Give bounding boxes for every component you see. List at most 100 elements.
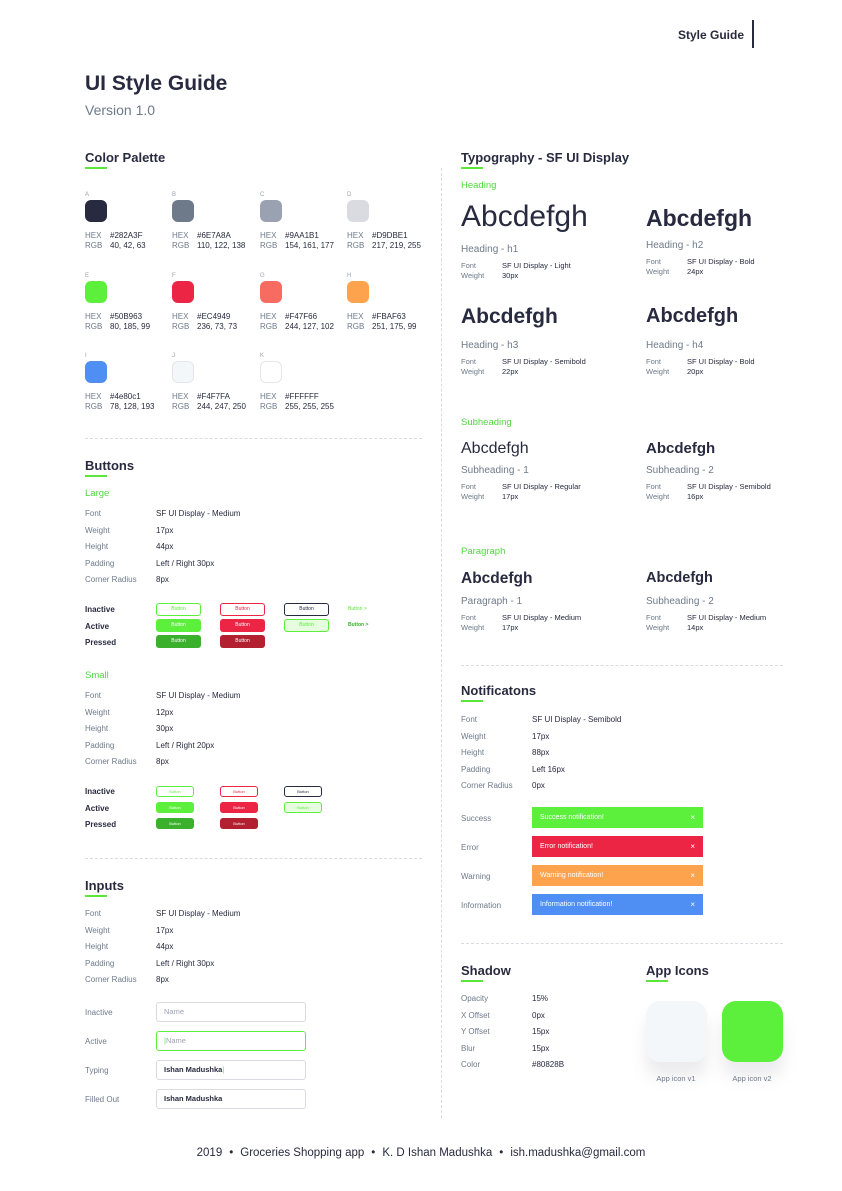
name-input-active[interactable]: |Name [156,1031,306,1051]
rgb-value: 251, 175, 99 [372,322,417,331]
notification-success: Success notification! × [532,807,703,828]
name-input-active-placeholder: Name [165,1036,186,1045]
typography-weight-value: 17px [502,623,519,632]
close-icon[interactable]: × [690,865,695,886]
rgb-value: 154, 161, 177 [285,241,334,250]
spec-label: Font [85,691,102,700]
spec-label: Height [85,542,109,551]
close-icon[interactable]: × [690,807,695,828]
hex-label: HEX [172,392,189,401]
large-link-inactive-button[interactable]: Button > [348,606,367,612]
typography-font-label: Font [461,482,477,491]
spec-value: #80828B [532,1060,565,1069]
footer-email[interactable]: ish.madushka@gmail.com [510,1147,645,1159]
inputs-underline [85,895,107,897]
small-danger-inactive-button[interactable]: Button [220,786,258,797]
typography-weight-value: 14px [687,623,704,632]
small-outline-inactive-button[interactable]: Button [284,786,322,797]
name-input-inactive[interactable]: Name [156,1002,306,1022]
typography-weight-value: 20px [687,367,704,376]
small-primary-pressed-button[interactable]: Button [156,818,194,829]
section-divider [461,665,783,666]
app-icon-v1-label: App icon v1 [656,1074,696,1083]
typography-subheading-label: Subheading [461,417,512,428]
large-danger-inactive-button[interactable]: Button [220,603,265,616]
notification-text: Success notification! [540,814,604,821]
section-divider [461,943,783,944]
large-primary-active-button[interactable]: Button [156,619,201,632]
typography-font-label: Font [646,482,662,491]
typography-weight-label: Weight [461,492,485,501]
input-inactive-label: Inactive [85,1008,113,1017]
notification-error: Error notification! × [532,836,703,857]
hex-value: #50B963 [110,312,143,321]
color-palette-underline [85,167,107,169]
state-active-label: Active [85,622,110,631]
rgb-value: 236, 73, 73 [197,322,238,331]
page-title: UI Style Guide [85,72,228,95]
hex-label: HEX [260,392,277,401]
name-input-filled[interactable]: Ishan Madushka [156,1089,306,1109]
typography-paragraph-label: Paragraph [461,546,506,557]
swatch-letter: B [172,192,177,198]
spec-label: Blur [461,1043,476,1053]
close-icon[interactable]: × [690,894,695,915]
spec-value: 8px [156,757,169,766]
hex-value: #FBAF63 [372,312,406,321]
spec-value: 44px [156,942,174,951]
large-outline-inactive-button[interactable]: Button [284,603,329,616]
notifications-title: Notificatons [461,683,537,698]
large-danger-pressed-button[interactable]: Button [220,635,265,648]
hex-label: HEX [347,231,364,240]
spec-value: Left / Right 20px [156,740,215,750]
small-primary-active-button[interactable]: Button [156,802,194,813]
app-icon-v2-label: App icon v2 [732,1074,772,1083]
typography-weight-label: Weight [646,492,670,501]
swatch-letter: A [85,192,90,198]
large-link-active-button[interactable]: Button > [348,622,368,628]
rgb-value: 217, 219, 255 [372,241,421,250]
typography-style-name: Heading - h4 [646,340,704,351]
color-palette-title: Color Palette [85,150,166,165]
spec-label: Padding [85,740,115,750]
typography-font-value: SF UI Display - Light [502,261,571,270]
large-danger-active-button[interactable]: Button [220,619,265,632]
swatch-letter: F [172,273,176,279]
typography-style-name: Subheading - 1 [461,465,529,476]
buttons-title: Buttons [85,458,135,473]
large-primary-pressed-button[interactable]: Button [156,635,201,648]
spec-value: SF UI Display - Medium [156,509,241,518]
app-icons-title: App Icons [646,963,709,978]
header-divider [752,20,754,48]
small-outline-active-button[interactable]: Button [284,802,322,813]
name-input-typing[interactable]: Ishan Madushka| [156,1060,306,1080]
rgb-label: RGB [347,322,365,331]
small-danger-active-button[interactable]: Button [220,802,258,813]
rgb-label: RGB [85,322,103,331]
spec-value: 88px [532,748,550,757]
buttons-large-label: Large [85,488,110,499]
notification-type-label: Warning [461,872,491,881]
typography-style-name: Subheading - 2 [646,465,714,476]
small-danger-pressed-button[interactable]: Button [220,818,258,829]
footer-project: Groceries Shopping app [240,1147,365,1159]
shadow-title: Shadow [461,963,511,978]
typography-font-label: Font [646,357,662,366]
swatch-letter: G [260,273,265,279]
hex-value: #EC4949 [197,312,231,321]
hex-value: #6E7A8A [197,231,231,240]
large-primary-inactive-button[interactable]: Button [156,603,201,616]
typography-weight-label: Weight [646,267,670,276]
close-icon[interactable]: × [690,836,695,857]
rgb-label: RGB [85,402,103,411]
hex-value: #282A3F [110,231,143,240]
large-outline-active-button[interactable]: Button [284,619,329,632]
hex-label: HEX [85,231,102,240]
small-primary-inactive-button[interactable]: Button [156,786,194,797]
spec-value: 15px [532,1043,550,1053]
footer-author: K. D Ishan Madushka [382,1147,493,1159]
typography-font-value: SF UI Display - Medium [687,613,767,622]
small-state-pressed-label: Pressed [85,820,117,829]
spec-label: Corner Radius [85,757,137,766]
notification-text: Warning notification! [540,872,604,879]
